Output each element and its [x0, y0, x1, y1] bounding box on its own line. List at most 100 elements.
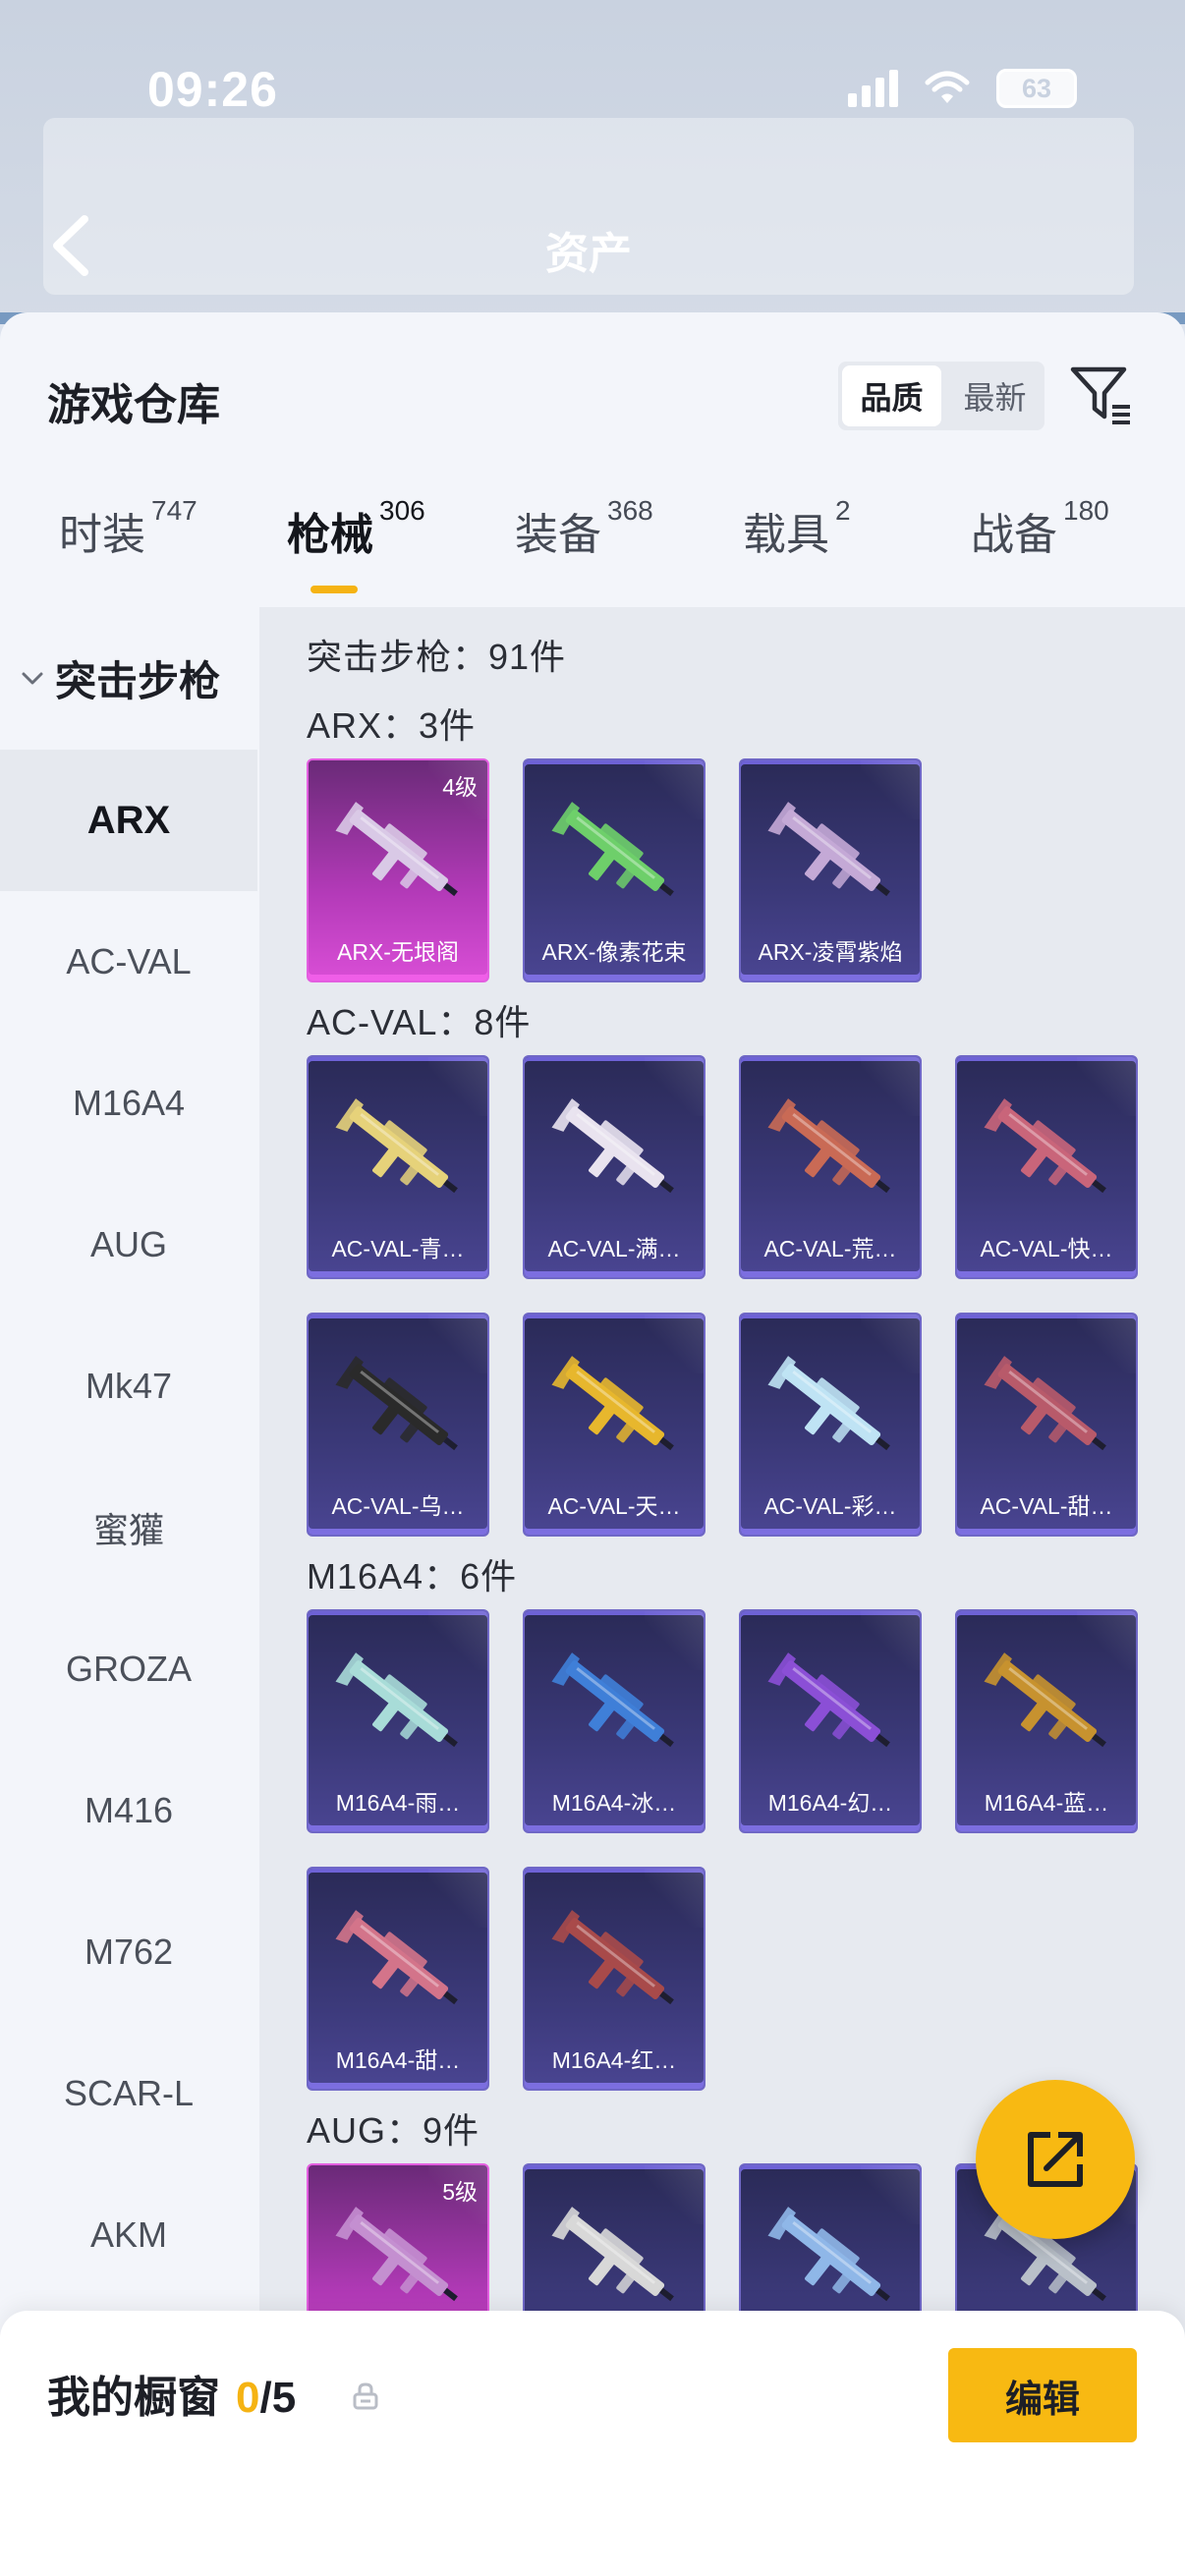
- sidebar-item[interactable]: ARX: [0, 750, 257, 891]
- page-title: 资产: [545, 230, 632, 278]
- showcase-title-row: 我的橱窗 0 / 5: [47, 2362, 296, 2425]
- weapon-card[interactable]: AC-VAL-天…: [523, 1313, 705, 1537]
- tab-label: 战备: [971, 511, 1057, 559]
- sort-quality-button[interactable]: 品质: [842, 365, 941, 426]
- weapon-card[interactable]: M16A4-雨…: [307, 1609, 489, 1833]
- category-tabs: 时装 747 枪械 306 装备 368 载具 2 战备 180: [0, 495, 1185, 607]
- weapon-card[interactable]: ARX-像素花束: [523, 758, 705, 982]
- weapon-name: M16A4-蓝…: [984, 1790, 1109, 1816]
- weapon-icon: [551, 1356, 674, 1451]
- weapon-icon: [551, 1098, 674, 1194]
- sidebar-category[interactable]: 突击步枪: [0, 607, 257, 750]
- weapon-name: AC-VAL-青…: [331, 1236, 465, 1261]
- weapon-card[interactable]: AC-VAL-青…: [307, 1055, 489, 1279]
- tab-vehicles[interactable]: 载具 2: [743, 495, 851, 597]
- tab-battle-gear[interactable]: 战备 180: [971, 495, 1109, 597]
- chevron-down-icon: [22, 672, 43, 684]
- section-title: M16A4：6件: [307, 1556, 518, 1596]
- weapon-name: AC-VAL-乌…: [331, 1493, 465, 1519]
- weapon-card[interactable]: M16A4-蓝…: [955, 1609, 1138, 1833]
- warehouse-title: 游戏仓库: [47, 381, 220, 429]
- sidebar-item[interactable]: GROZA: [0, 1598, 257, 1740]
- weapon-name: AC-VAL-满…: [547, 1236, 681, 1261]
- active-tab-indicator: [310, 586, 358, 593]
- weapon-card[interactable]: AC-VAL-乌…: [307, 1313, 489, 1537]
- tab-label: 时装: [59, 511, 145, 559]
- weapon-name: M16A4-甜…: [335, 2047, 461, 2073]
- weapon-card[interactable]: AC-VAL-彩…: [739, 1313, 922, 1537]
- weapon-sidebar: 突击步枪 ARX AC-VAL M16A4 AUG Mk47 蜜獾 GROZA M416 M76…: [0, 607, 257, 2572]
- showcase-count: 0: [236, 2374, 260, 2422]
- weapon-card[interactable]: M16A4-甜…: [307, 1867, 489, 2091]
- level-badge: 4级: [442, 774, 478, 800]
- weapon-icon: [551, 1910, 674, 2005]
- weapon-icon: [767, 1652, 890, 1748]
- tab-guns[interactable]: 枪械 306: [287, 495, 425, 597]
- sidebar-item[interactable]: M16A4: [0, 1033, 257, 1174]
- weapon-icon: [984, 1356, 1106, 1451]
- weapon-name: ARX-凌霄紫焰: [758, 939, 903, 965]
- weapon-icon: [984, 1652, 1106, 1748]
- sidebar-item[interactable]: AKM: [0, 2164, 257, 2306]
- weapon-icon: [551, 802, 674, 897]
- sidebar-category-label: 突击步枪: [55, 658, 221, 704]
- tab-label: 枪械: [287, 511, 373, 559]
- sidebar-item[interactable]: AC-VAL: [0, 891, 257, 1033]
- weapon-icon: [984, 1098, 1106, 1194]
- tab-label: 装备: [515, 511, 601, 559]
- tab-count: 2: [835, 495, 851, 526]
- weapon-icon: [335, 1098, 458, 1194]
- showcase-title: 我的橱窗: [47, 2374, 220, 2422]
- section-title: AUG：9件: [307, 2110, 480, 2151]
- edit-button[interactable]: 编辑: [948, 2348, 1137, 2442]
- section-title: ARX：3件: [307, 705, 477, 746]
- tab-label: 载具: [743, 511, 829, 559]
- status-icons: 63: [848, 69, 1077, 108]
- category-total: 突击步枪：91件: [307, 637, 567, 677]
- warehouse-sheet: 游戏仓库 品质 最新 时装 747 枪械 306 装备 368 载具 2 战备 …: [0, 312, 1185, 2576]
- weapon-icon: [767, 1098, 890, 1194]
- showcase-max: 5: [271, 2374, 297, 2422]
- weapon-name: ARX-像素花束: [541, 939, 687, 965]
- filter-icon[interactable]: [1069, 364, 1134, 428]
- weapon-card[interactable]: AC-VAL-快…: [955, 1055, 1138, 1279]
- sidebar-item[interactable]: Mk47: [0, 1316, 257, 1457]
- share-icon: [1028, 2132, 1083, 2187]
- weapon-icon: [767, 802, 890, 897]
- weapon-name: M16A4-冰…: [551, 1790, 677, 1816]
- sidebar-item[interactable]: M416: [0, 1740, 257, 1881]
- weapon-card[interactable]: M16A4-红…: [523, 1867, 705, 2091]
- weapon-name: ARX-无垠阁: [337, 939, 459, 965]
- weapon-name: M16A4-幻…: [767, 1790, 893, 1816]
- back-arrow-icon[interactable]: [43, 211, 102, 280]
- tab-count: 368: [607, 495, 653, 526]
- sort-newest-button[interactable]: 最新: [945, 362, 1044, 430]
- tab-count: 747: [151, 495, 198, 526]
- weapon-card[interactable]: M16A4-冰…: [523, 1609, 705, 1833]
- sidebar-item[interactable]: 蜜獾: [0, 1457, 257, 1598]
- share-button[interactable]: [976, 2080, 1135, 2239]
- sidebar-item[interactable]: AUG: [0, 1174, 257, 1316]
- tab-fashion[interactable]: 时装 747: [59, 495, 198, 597]
- showcase-separator: /: [259, 2374, 272, 2422]
- weapon-name: AC-VAL-快…: [980, 1236, 1113, 1261]
- weapon-card[interactable]: 4级 ARX-无垠阁: [307, 758, 489, 982]
- sidebar-item[interactable]: M762: [0, 1881, 257, 2023]
- weapon-name: M16A4-雨…: [335, 1790, 461, 1816]
- weapon-card[interactable]: AC-VAL-满…: [523, 1055, 705, 1279]
- weapon-name: AC-VAL-荒…: [763, 1236, 897, 1261]
- weapon-card[interactable]: ARX-凌霄紫焰: [739, 758, 922, 982]
- section-title: AC-VAL：8件: [307, 1002, 532, 1042]
- level-badge: 5级: [442, 2179, 478, 2205]
- battery-indicator: 63: [996, 69, 1077, 108]
- weapon-card[interactable]: M16A4-幻…: [739, 1609, 922, 1833]
- tab-equipment[interactable]: 装备 368: [515, 495, 653, 597]
- weapon-card[interactable]: AC-VAL-荒…: [739, 1055, 922, 1279]
- wifi-icon: [925, 71, 970, 103]
- tab-count: 306: [379, 495, 425, 526]
- weapon-name: AC-VAL-天…: [547, 1493, 681, 1519]
- sidebar-item[interactable]: SCAR-L: [0, 2023, 257, 2164]
- weapon-card[interactable]: AC-VAL-甜…: [955, 1313, 1138, 1537]
- weapon-icon: [335, 1652, 458, 1748]
- signal-icon: [848, 70, 898, 107]
